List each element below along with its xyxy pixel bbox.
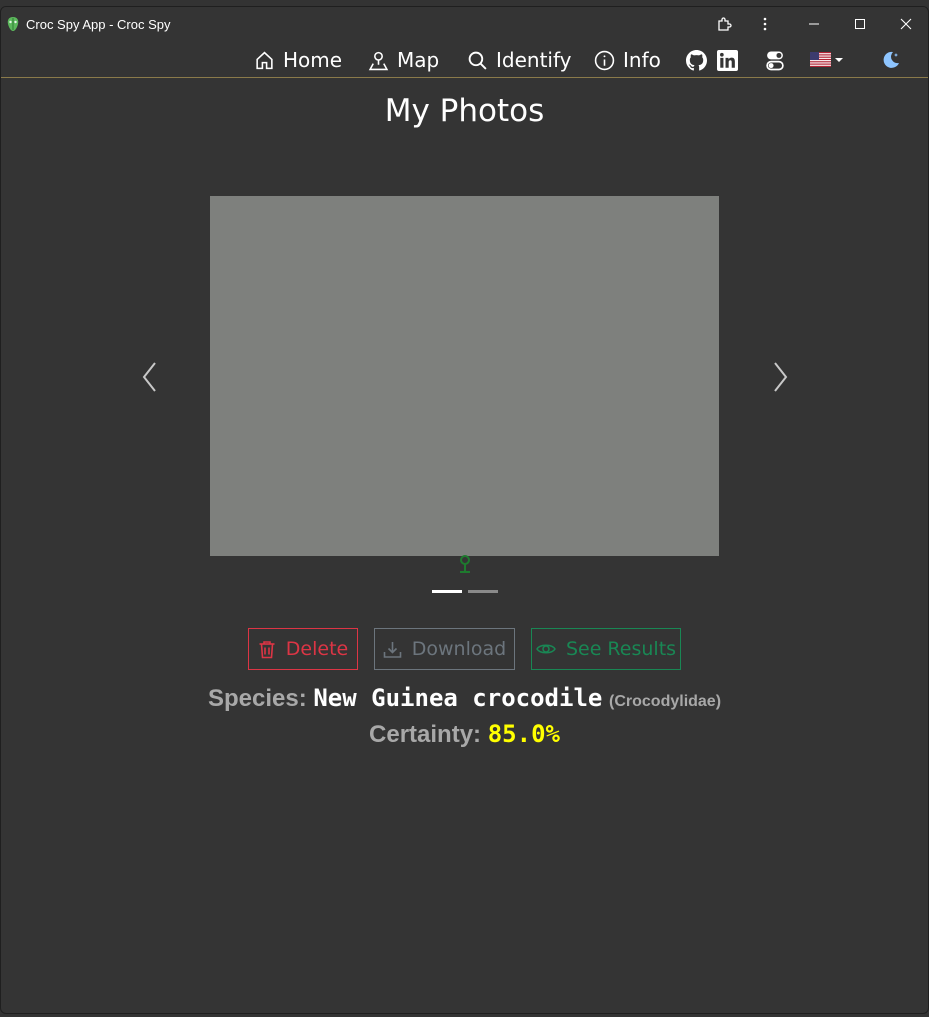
photo-slide (210, 196, 719, 556)
linkedin-icon[interactable] (717, 50, 738, 71)
language-selector[interactable] (810, 52, 844, 67)
nav-info[interactable]: Info (594, 47, 661, 73)
close-icon (900, 18, 912, 30)
puzzle-icon (718, 17, 732, 31)
close-button[interactable] (883, 7, 928, 41)
page-title: My Photos (384, 93, 545, 129)
download-icon (383, 641, 402, 658)
chevron-down-icon (835, 57, 843, 62)
download-button[interactable]: Download (374, 628, 515, 670)
carousel-indicator-1[interactable] (432, 590, 462, 593)
maximize-button[interactable] (837, 7, 883, 41)
delete-button[interactable]: Delete (248, 628, 358, 670)
eye-icon (536, 644, 556, 654)
nav-map[interactable]: Map (368, 47, 439, 73)
main-navbar: Home Map Identify Info (1, 41, 928, 78)
carousel-next-button[interactable] (771, 360, 789, 394)
croc-spy-logo-icon (7, 17, 19, 31)
delete-label: Delete (285, 638, 349, 660)
nav-identify[interactable]: Identify (467, 47, 572, 73)
github-icon[interactable] (686, 50, 707, 71)
info-icon (594, 50, 615, 70)
location-pin-icon (460, 555, 470, 573)
minimize-icon (809, 23, 819, 25)
species-label: Species: (207, 685, 307, 712)
home-icon (256, 51, 273, 69)
carousel-prev-button[interactable] (141, 360, 159, 394)
toggle-icon[interactable] (766, 50, 784, 71)
carousel-indicator-2[interactable] (468, 590, 498, 593)
nav-identify-label: Identify (496, 48, 572, 72)
more-vertical-icon (763, 17, 767, 31)
certainty-line: Certainty: 85.0% (1, 720, 928, 749)
nav-home-label: Home (283, 48, 343, 72)
nav-map-label: Map (397, 48, 440, 72)
moon-icon[interactable] (881, 50, 901, 70)
app-window: Croc Spy App - Croc Spy Home Map Identif… (0, 6, 929, 1014)
maximize-icon (855, 19, 865, 29)
search-icon (468, 51, 487, 70)
see-results-button[interactable]: See Results (531, 628, 681, 670)
species-line: Species: New Guinea crocodile (Crocodyli… (1, 684, 928, 713)
more-options-button[interactable] (742, 7, 788, 41)
title-bar: Croc Spy App - Croc Spy (1, 7, 928, 41)
download-label: Download (411, 638, 507, 660)
see-results-label: See Results (565, 638, 677, 660)
certainty-value: 85.0% (487, 720, 560, 748)
nav-home[interactable]: Home (254, 47, 342, 73)
window-title: Croc Spy App - Croc Spy (26, 17, 171, 32)
us-flag-icon (810, 52, 831, 67)
nav-info-label: Info (623, 48, 661, 72)
species-name: New Guinea crocodile (313, 684, 603, 712)
certainty-label: Certainty: (369, 721, 482, 748)
map-pin-person-icon (368, 51, 389, 70)
trash-icon (259, 640, 275, 658)
minimize-button[interactable] (791, 7, 837, 41)
species-family: (Crocodylidae) (609, 693, 722, 710)
